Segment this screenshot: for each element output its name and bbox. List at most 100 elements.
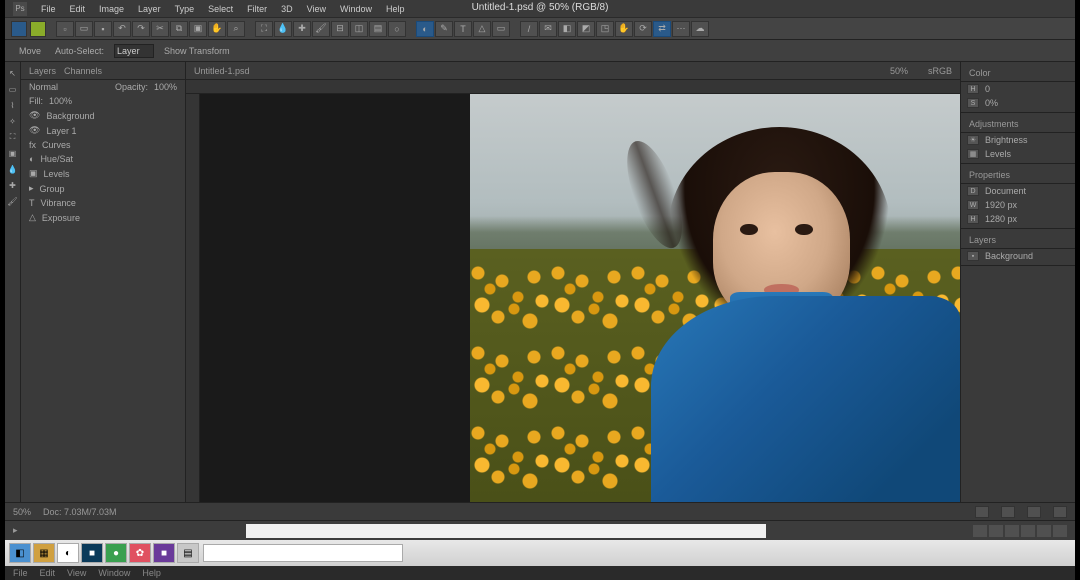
canvas-viewport[interactable] bbox=[186, 80, 960, 502]
tool-crop-icon[interactable]: ⛶ bbox=[255, 21, 273, 37]
footer-icon-2[interactable] bbox=[989, 525, 1003, 537]
vtool-brush-icon[interactable]: 🖌 bbox=[5, 194, 20, 208]
tab-channels[interactable]: Channels bbox=[64, 66, 102, 76]
tool-line-icon[interactable]: / bbox=[520, 21, 538, 37]
vtool-frame-icon[interactable]: ▣ bbox=[5, 146, 20, 160]
tool-blur-icon[interactable]: ○ bbox=[388, 21, 406, 37]
tab-layers[interactable]: Layers bbox=[29, 66, 56, 76]
width-value[interactable]: 1920 px bbox=[985, 200, 1017, 210]
layer-row[interactable]: ◐Hue/Sat bbox=[21, 152, 185, 166]
layer-row[interactable]: TVibrance bbox=[21, 196, 185, 210]
bg-layer-label[interactable]: Background bbox=[985, 251, 1033, 261]
menu-layer[interactable]: Layer bbox=[138, 4, 161, 14]
fx-icon[interactable]: fx bbox=[29, 140, 36, 150]
tool-cut-icon[interactable]: ✂ bbox=[151, 21, 169, 37]
opacity-value[interactable]: 100% bbox=[154, 82, 177, 92]
bright-label[interactable]: Brightness bbox=[985, 135, 1028, 145]
menu-filter[interactable]: Filter bbox=[247, 4, 267, 14]
menu-image[interactable]: Image bbox=[99, 4, 124, 14]
swatch-1-icon[interactable] bbox=[11, 21, 27, 37]
tool-mask-icon[interactable]: ◩ bbox=[577, 21, 595, 37]
tool-rotate-icon[interactable]: ⟳ bbox=[634, 21, 652, 37]
taskbar-app-7[interactable]: ■ bbox=[153, 543, 175, 563]
levels-label[interactable]: Levels bbox=[985, 149, 1011, 159]
layer-row[interactable]: 👁Layer 1 bbox=[21, 123, 185, 138]
tool-heal-icon[interactable]: ✚ bbox=[293, 21, 311, 37]
tool-rect-icon[interactable]: ▭ bbox=[492, 21, 510, 37]
tool-eraser-icon[interactable]: ◫ bbox=[350, 21, 368, 37]
menu-select[interactable]: Select bbox=[208, 4, 233, 14]
layer-row[interactable]: 👁Background bbox=[21, 108, 185, 123]
taskbar-app-6[interactable]: ✿ bbox=[129, 543, 151, 563]
tool-color-icon[interactable]: ◧ bbox=[558, 21, 576, 37]
tool-more-icon[interactable]: ⋯ bbox=[672, 21, 690, 37]
vtool-wand-icon[interactable]: ✧ bbox=[5, 114, 20, 128]
tool-brush-icon[interactable]: 🖌 bbox=[312, 21, 330, 37]
adj-icon[interactable]: ◐ bbox=[29, 154, 34, 164]
tool-undo-icon[interactable]: ↶ bbox=[113, 21, 131, 37]
taskbar-app-8[interactable]: ▤ bbox=[177, 543, 199, 563]
status-icon-1[interactable] bbox=[975, 506, 989, 518]
eye-icon[interactable]: 👁 bbox=[29, 125, 40, 136]
taskbar-app-3[interactable]: ◐ bbox=[57, 543, 79, 563]
menu-type[interactable]: Type bbox=[175, 4, 195, 14]
tab-color[interactable]: Color bbox=[969, 68, 991, 78]
menu-edit[interactable]: Edit bbox=[70, 4, 86, 14]
group-icon[interactable]: ▸ bbox=[29, 183, 34, 194]
footer-scrollbar[interactable] bbox=[246, 524, 766, 538]
tool-new-icon[interactable]: ▫ bbox=[56, 21, 74, 37]
bottom-menu-file[interactable]: File bbox=[13, 568, 28, 578]
tool-notes-icon[interactable]: ✉ bbox=[539, 21, 557, 37]
tool-redo-icon[interactable]: ↷ bbox=[132, 21, 150, 37]
path-icon[interactable]: △ bbox=[29, 212, 36, 223]
footer-icon-1[interactable] bbox=[973, 525, 987, 537]
tool-3d-icon[interactable]: ◳ bbox=[596, 21, 614, 37]
doc-tab[interactable]: Untitled-1.psd bbox=[194, 66, 250, 76]
menu-help[interactable]: Help bbox=[386, 4, 405, 14]
tool-hand-icon[interactable]: ✋ bbox=[208, 21, 226, 37]
sat-value[interactable]: 0% bbox=[985, 98, 998, 108]
layer-row[interactable]: fxCurves bbox=[21, 138, 185, 152]
tool-text-icon[interactable]: T bbox=[454, 21, 472, 37]
menu-view[interactable]: View bbox=[307, 4, 326, 14]
vtool-move-icon[interactable]: ↖ bbox=[5, 66, 20, 80]
layer-row[interactable]: ▣Levels bbox=[21, 166, 185, 181]
footer-icon-4[interactable] bbox=[1021, 525, 1035, 537]
tool-stamp-icon[interactable]: ⊟ bbox=[331, 21, 349, 37]
tool-paste-icon[interactable]: ▣ bbox=[189, 21, 207, 37]
taskbar-app-5[interactable]: ● bbox=[105, 543, 127, 563]
menu-file[interactable]: File bbox=[41, 4, 56, 14]
taskbar-app-1[interactable]: ◧ bbox=[9, 543, 31, 563]
footer-icon-3[interactable] bbox=[1005, 525, 1019, 537]
tool-save-icon[interactable]: ▪ bbox=[94, 21, 112, 37]
mask-icon[interactable]: ▣ bbox=[29, 168, 38, 179]
tool-zoom-icon[interactable]: ⌕ bbox=[227, 21, 245, 37]
status-icon-3[interactable] bbox=[1027, 506, 1041, 518]
swatch-2-icon[interactable] bbox=[30, 21, 46, 37]
layer-row[interactable]: ▸Group bbox=[21, 181, 185, 196]
tab-adjust[interactable]: Adjustments bbox=[969, 119, 1019, 129]
status-icon-4[interactable] bbox=[1053, 506, 1067, 518]
tab-props[interactable]: Properties bbox=[969, 170, 1010, 180]
menu-3d[interactable]: 3D bbox=[281, 4, 293, 14]
status-icon-2[interactable] bbox=[1001, 506, 1015, 518]
menu-window[interactable]: Window bbox=[340, 4, 372, 14]
options-auto-select[interactable] bbox=[114, 44, 154, 58]
tool-swap-icon[interactable]: ⇄ bbox=[653, 21, 671, 37]
tool-hand2-icon[interactable]: ✋ bbox=[615, 21, 633, 37]
vtool-heal-icon[interactable]: ✚ bbox=[5, 178, 20, 192]
footer-icon-5[interactable] bbox=[1037, 525, 1051, 537]
vtool-crop-icon[interactable]: ⛶ bbox=[5, 130, 20, 144]
fill-value[interactable]: 100% bbox=[49, 96, 72, 106]
vtool-marquee-icon[interactable]: ▭ bbox=[5, 82, 20, 96]
eye-icon[interactable]: 👁 bbox=[29, 110, 40, 121]
tool-path-icon[interactable]: △ bbox=[473, 21, 491, 37]
tool-pen-icon[interactable]: ✎ bbox=[435, 21, 453, 37]
tool-copy-icon[interactable]: ⧉ bbox=[170, 21, 188, 37]
vtool-lasso-icon[interactable]: ⌇ bbox=[5, 98, 20, 112]
tool-dodge-icon[interactable]: ◐ bbox=[416, 21, 434, 37]
ruler-vertical[interactable] bbox=[186, 94, 200, 502]
bg-thumb-icon[interactable]: ▪ bbox=[967, 251, 979, 261]
hue-value[interactable]: 0 bbox=[985, 84, 990, 94]
tab-layers-right[interactable]: Layers bbox=[969, 235, 996, 245]
